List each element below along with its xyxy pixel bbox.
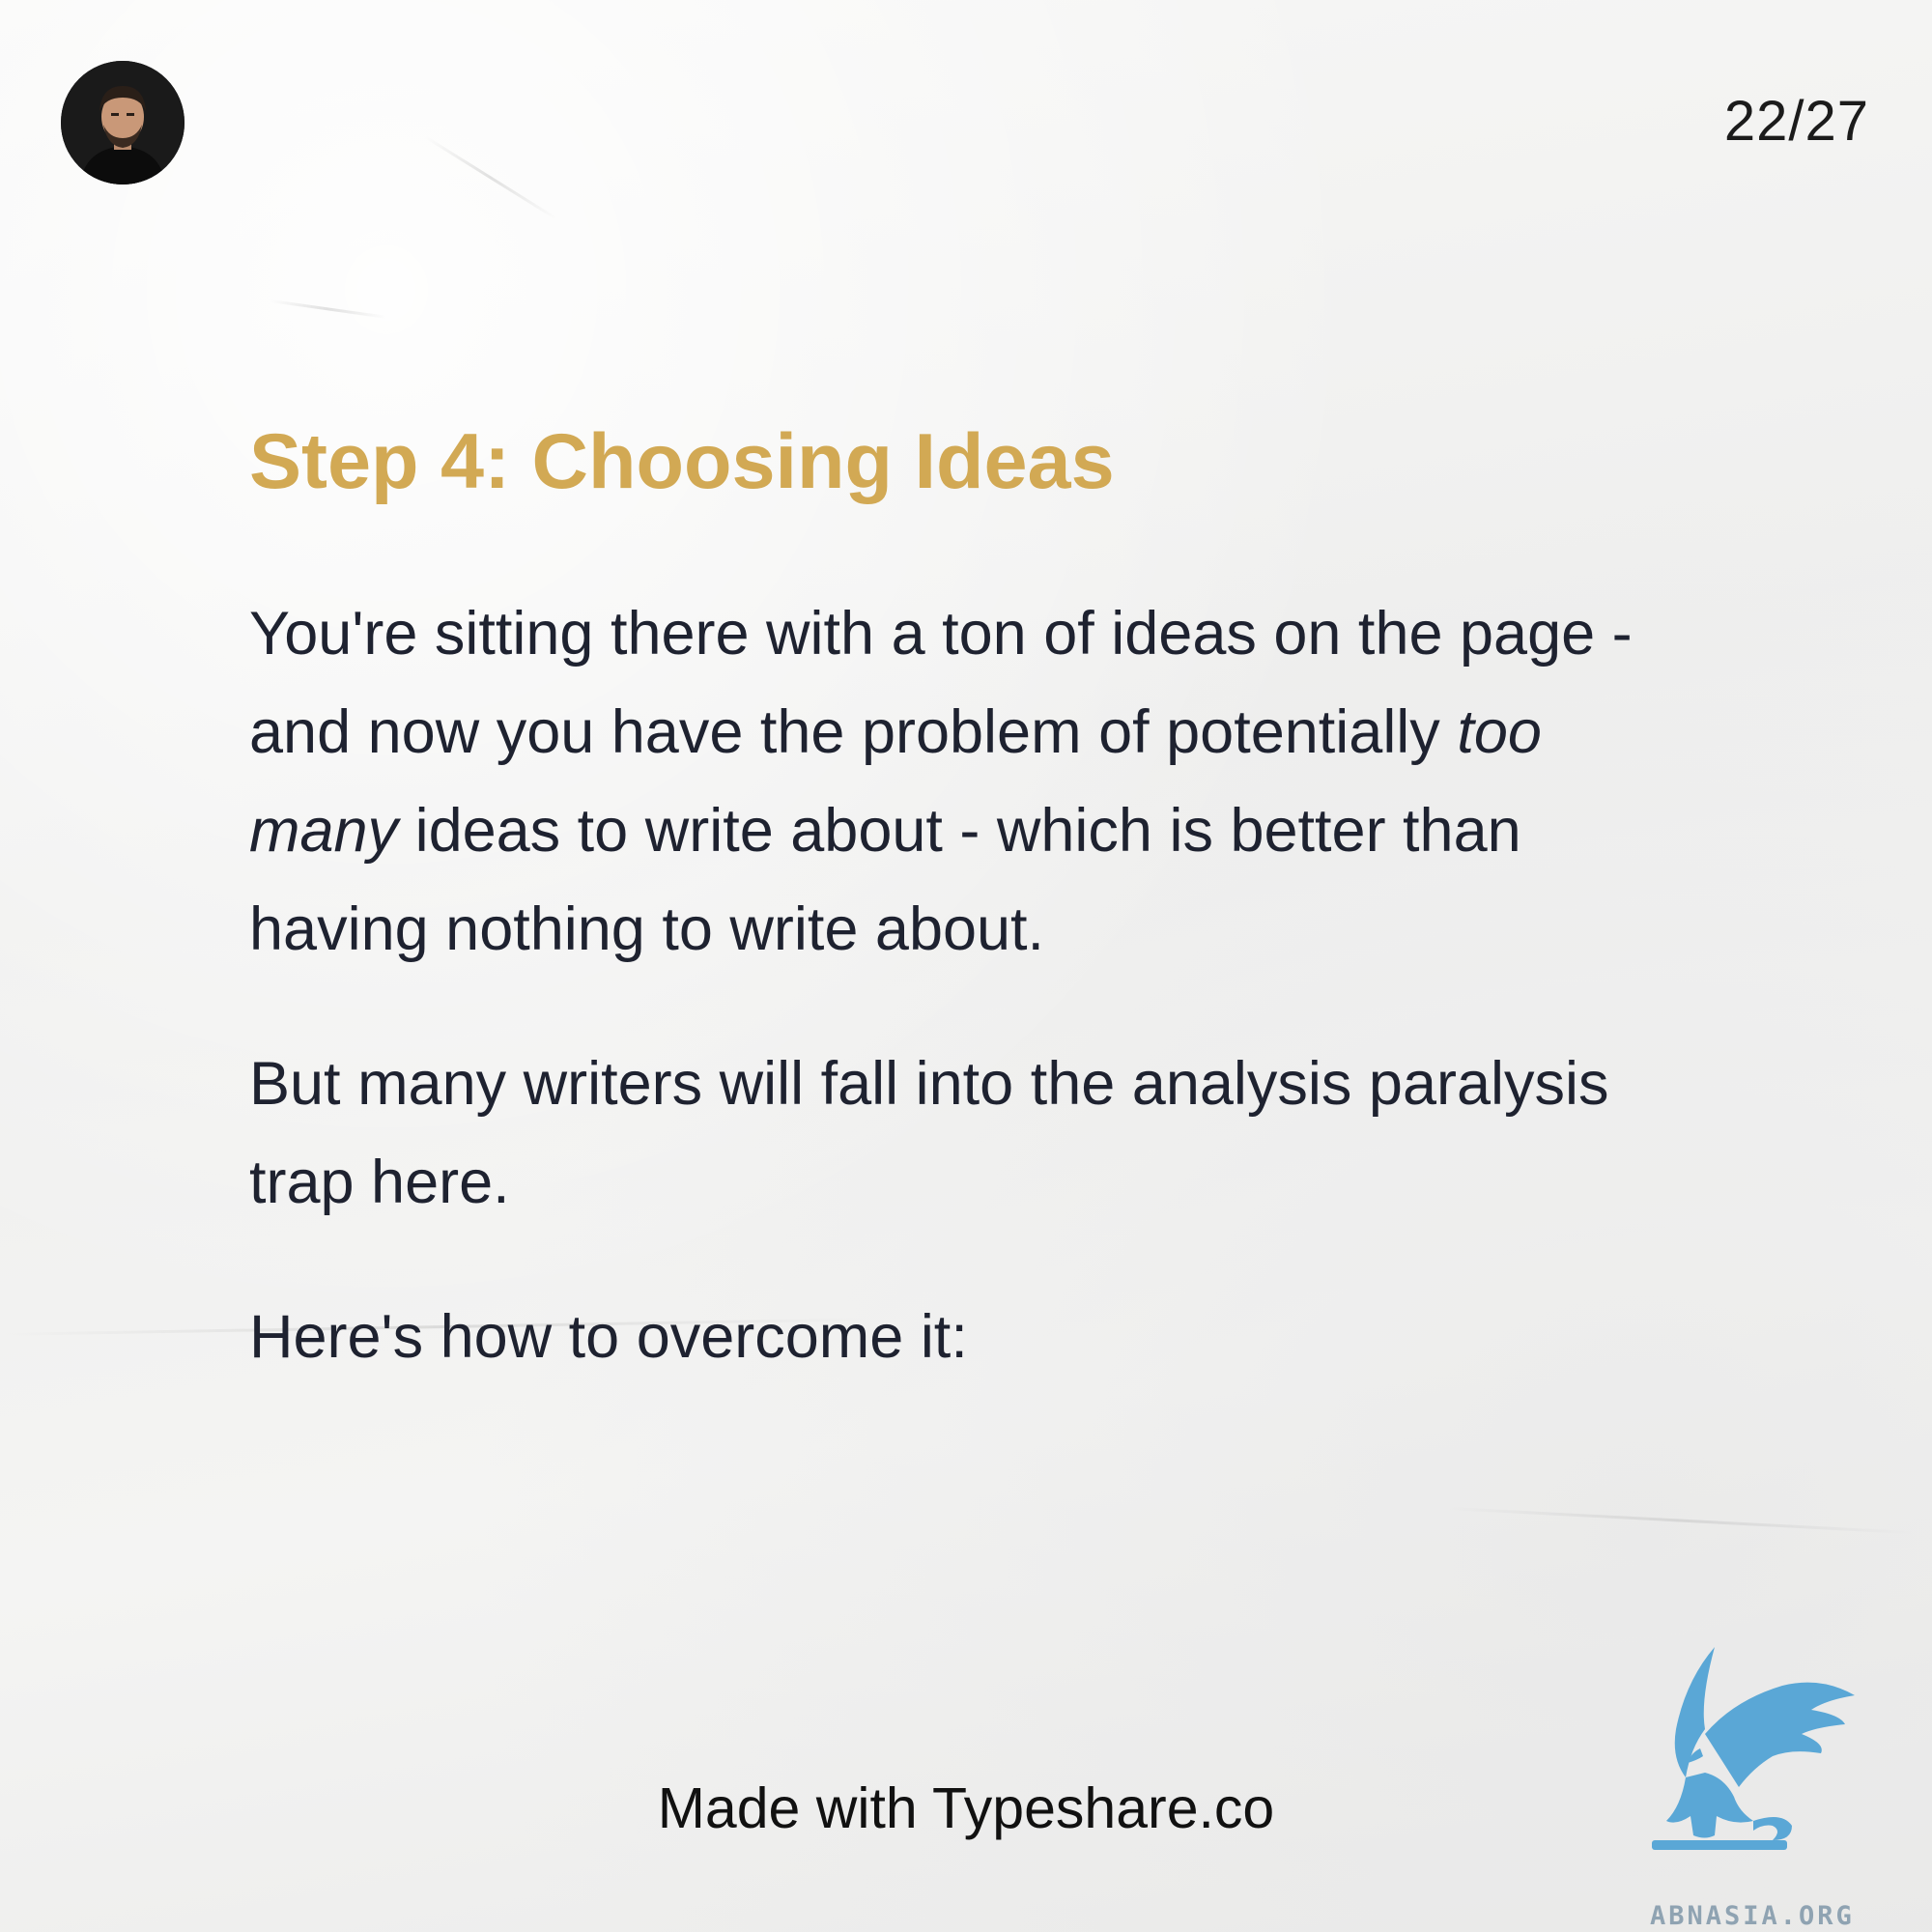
page-counter: 22/27	[1723, 90, 1869, 153]
paper-crease	[270, 299, 386, 319]
author-avatar	[61, 61, 185, 185]
paper-crease	[424, 135, 557, 220]
slide-content: Step 4: Choosing Ideas You're sitting th…	[249, 415, 1660, 1442]
slide-title: Step 4: Choosing Ideas	[249, 418, 1115, 505]
paragraph-1-text-start: You're sitting there with a ton of ideas…	[249, 600, 1633, 767]
footer-credit: Made with Typeshare.co	[657, 1776, 1275, 1840]
watermark-text: ABNASIA.ORG	[1650, 1901, 1855, 1931]
paper-crease	[1448, 1507, 1913, 1535]
body-paragraph-2: But many writers will fall into the anal…	[249, 1050, 1609, 1217]
paragraph-1-text-end: ideas to write about - which is better t…	[249, 797, 1521, 964]
avatar-portrait	[61, 61, 185, 185]
slide-page: 22/27 Step 4: Choosing Ideas You're sitt…	[0, 0, 1932, 1932]
body-paragraph-3: Here's how to overcome it:	[249, 1303, 968, 1372]
body-paragraph-1: You're sitting there with a ton of ideas…	[249, 584, 1660, 979]
griffin-icon	[1652, 1647, 1855, 1850]
